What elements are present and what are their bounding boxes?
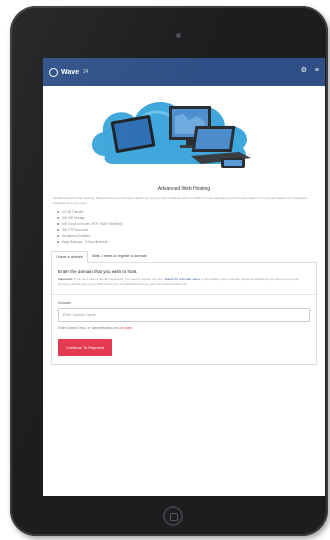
domain-panel: Enter the domain that you wish to host. … bbox=[51, 263, 317, 366]
intro-text: At Wavenetworks Web Hosting, Enterprise-… bbox=[53, 196, 307, 205]
app-header: Wave 24 ⚙ ≡ bbox=[43, 58, 325, 86]
continue-to-payment-button[interactable]: Continue To Payment bbox=[58, 339, 113, 357]
tablet-frame: Wave 24 ⚙ ≡ Advanced Web Hosting At Wave… bbox=[10, 6, 328, 536]
logo-circle-icon bbox=[49, 67, 58, 77]
hint-text: Enter Domain Only, i.e, wavenetworks.com… bbox=[58, 326, 120, 331]
feature-item: Daily Backups - 3 Day Historical bbox=[57, 239, 325, 245]
logo[interactable]: Wave 24 bbox=[49, 67, 89, 77]
panel-title: Enter the domain that you wish to host. bbox=[58, 269, 138, 274]
tablet-device bbox=[110, 115, 156, 153]
home-button[interactable] bbox=[163, 506, 183, 526]
domain-label: Domain bbox=[58, 301, 72, 306]
feature-list: 20 GB Transfer 500 MB Storage 500 Email … bbox=[43, 209, 325, 245]
camera-icon bbox=[176, 33, 181, 38]
domain-hint: Enter Domain Only, i.e, wavenetworks.com… bbox=[58, 326, 310, 330]
tab-have-domain[interactable]: I have a domain bbox=[51, 251, 89, 263]
important-notice: Important: If you don't have a domain re… bbox=[58, 277, 310, 286]
tablet-screen: Wave 24 ⚙ ≡ Advanced Web Hosting At Wave… bbox=[43, 58, 325, 496]
domain-input[interactable] bbox=[58, 308, 310, 323]
search-domain-link[interactable]: Search for a domain name. bbox=[164, 277, 200, 281]
phone-device bbox=[221, 158, 245, 168]
notice-text-1: If you don't have a domain registered, y… bbox=[73, 277, 164, 281]
logo-superscript: 24 bbox=[83, 69, 89, 75]
menu-icon[interactable]: ≡ bbox=[315, 67, 319, 75]
hero-illustration bbox=[43, 86, 325, 182]
gear-icon[interactable]: ⚙ bbox=[301, 67, 307, 75]
divider bbox=[52, 294, 316, 296]
notice-label: Important: bbox=[58, 277, 73, 281]
header-actions: ⚙ ≡ bbox=[301, 67, 319, 75]
cloud-devices-illustration bbox=[91, 101, 251, 168]
hint-warning: no www. bbox=[120, 326, 133, 331]
logo-text: Wave bbox=[61, 68, 80, 76]
tab-register-domain[interactable]: Wait, I need to register a domain bbox=[88, 251, 151, 262]
domain-tabs: I have a domain Wait, I need to register… bbox=[51, 251, 317, 263]
